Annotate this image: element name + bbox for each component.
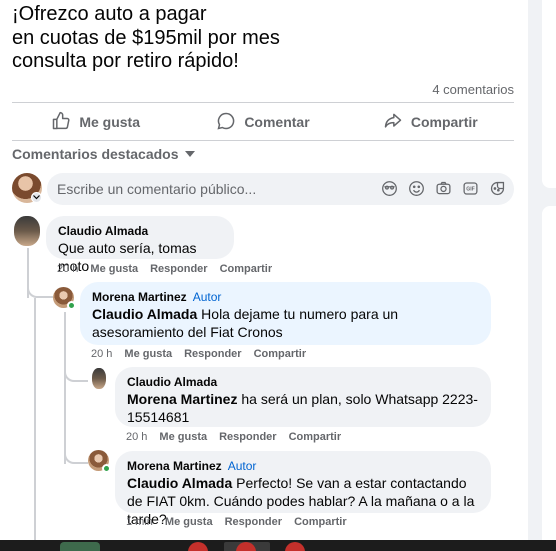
comment-bubble: Claudio Almada Morena Martinez ha será u… bbox=[115, 367, 491, 427]
author-badge: Autor bbox=[192, 290, 222, 304]
speech-bubble-icon bbox=[216, 111, 236, 134]
comment-author[interactable]: Claudio Almada bbox=[127, 374, 217, 390]
like-label: Me gusta bbox=[79, 114, 140, 130]
online-status-dot bbox=[102, 464, 111, 473]
thread-connector bbox=[27, 280, 53, 298]
comment-bubble: Morena Martinez Autor Claudio Almada Per… bbox=[115, 451, 491, 527]
side-card bbox=[542, 0, 556, 188]
comment-button[interactable]: Comentar bbox=[179, 105, 346, 139]
post-text-line: consulta por retiro rápido! bbox=[12, 50, 239, 72]
comment-text: Claudio Almada Hola dejame tu numero par… bbox=[92, 305, 479, 341]
post-text: ¡Ofrezco auto a pagar en cuotas de $195m… bbox=[12, 3, 280, 74]
thread-connector bbox=[64, 448, 88, 464]
share-arrow-icon bbox=[383, 111, 403, 134]
comment-count-link[interactable]: 4 comentarios bbox=[432, 82, 514, 97]
taskbar bbox=[0, 540, 556, 551]
comment-author[interactable]: Claudio Almada bbox=[58, 223, 148, 239]
taskbar-app-icon[interactable] bbox=[188, 542, 208, 551]
comment-mention[interactable]: Morena Martinez bbox=[127, 391, 237, 407]
author-badge: Autor bbox=[227, 459, 257, 473]
comment-meta: 20 h Me gusta Responder Compartir bbox=[126, 431, 341, 443]
comment-like-button[interactable]: Me gusta bbox=[90, 263, 138, 275]
post-actions: Me gusta Comentar Compartir bbox=[12, 105, 514, 139]
comment-share-button[interactable]: Compartir bbox=[220, 263, 273, 275]
composer-tools: GIF bbox=[381, 180, 506, 197]
comment-text: Morena Martinez ha será un plan, solo Wh… bbox=[127, 390, 479, 426]
divider bbox=[12, 102, 514, 103]
comment-meta: 20 h Me gusta Responder Compartir bbox=[57, 263, 272, 275]
comment-share-button[interactable]: Compartir bbox=[254, 348, 307, 360]
comment-like-button[interactable]: Me gusta bbox=[159, 431, 207, 443]
sticker-icon[interactable] bbox=[489, 180, 506, 197]
comment-time[interactable]: 20 h bbox=[91, 348, 112, 360]
gif-icon[interactable]: GIF bbox=[462, 180, 479, 197]
divider bbox=[12, 140, 514, 141]
comment-meta: 1 min Me gusta Responder Compartir bbox=[126, 516, 347, 528]
chevron-down-icon[interactable] bbox=[31, 192, 42, 203]
comment-time[interactable]: 1 min bbox=[126, 516, 153, 528]
comment-reply-button[interactable]: Responder bbox=[225, 516, 282, 528]
comment-reply-button[interactable]: Responder bbox=[219, 431, 276, 443]
comment-mention[interactable]: Claudio Almada bbox=[92, 306, 197, 322]
comment-bubble: Claudio Almada Que auto sería, tomas mot… bbox=[46, 216, 234, 274]
comment-composer: GIF bbox=[47, 173, 514, 205]
comment-label: Comentar bbox=[244, 114, 310, 130]
thread-connector bbox=[64, 364, 88, 382]
svg-text:GIF: GIF bbox=[466, 187, 475, 193]
comment-time[interactable]: 20 h bbox=[57, 263, 78, 275]
like-button[interactable]: Me gusta bbox=[12, 105, 179, 139]
comment-time[interactable]: 20 h bbox=[126, 431, 147, 443]
comment-sort-dropdown[interactable]: Comentarios destacados bbox=[12, 146, 195, 162]
commenter-avatar[interactable] bbox=[14, 216, 40, 246]
taskbar-app-icon[interactable] bbox=[285, 542, 305, 551]
comment-like-button[interactable]: Me gusta bbox=[165, 516, 213, 528]
comment-mention[interactable]: Claudio Almada bbox=[127, 475, 232, 491]
comment-input[interactable] bbox=[57, 181, 377, 197]
comment-meta: 20 h Me gusta Responder Compartir bbox=[91, 348, 306, 360]
post-text-line: en cuotas de $195mil por mes bbox=[12, 26, 280, 49]
thread-line bbox=[34, 298, 36, 540]
comment-reply-button[interactable]: Responder bbox=[150, 263, 207, 275]
comment-author[interactable]: Morena Martinez bbox=[127, 458, 222, 474]
comment-bubble: Morena Martinez Autor Claudio Almada Hol… bbox=[80, 282, 491, 345]
caret-down-icon bbox=[184, 151, 195, 157]
camera-icon[interactable] bbox=[435, 180, 452, 197]
online-status-dot bbox=[67, 301, 76, 310]
post-text-line: ¡Ofrezco auto a pagar bbox=[12, 3, 207, 25]
comment-share-button[interactable]: Compartir bbox=[294, 516, 347, 528]
comment-sort-label: Comentarios destacados bbox=[12, 146, 179, 162]
commenter-avatar[interactable] bbox=[92, 368, 106, 389]
emoji-icon[interactable] bbox=[408, 180, 425, 197]
comment-author[interactable]: Morena Martinez bbox=[92, 289, 187, 305]
comment-reply-button[interactable]: Responder bbox=[184, 348, 241, 360]
share-button[interactable]: Compartir bbox=[347, 105, 514, 139]
side-card bbox=[542, 206, 556, 551]
avatar-sticker-icon[interactable] bbox=[381, 180, 398, 197]
post-card: ¡Ofrezco auto a pagar en cuotas de $195m… bbox=[0, 0, 528, 540]
share-label: Compartir bbox=[410, 114, 478, 130]
comment-share-button[interactable]: Compartir bbox=[289, 431, 342, 443]
comment-like-button[interactable]: Me gusta bbox=[124, 348, 172, 360]
thumbs-up-icon bbox=[51, 111, 71, 134]
taskbar-app-icon[interactable] bbox=[60, 542, 100, 551]
